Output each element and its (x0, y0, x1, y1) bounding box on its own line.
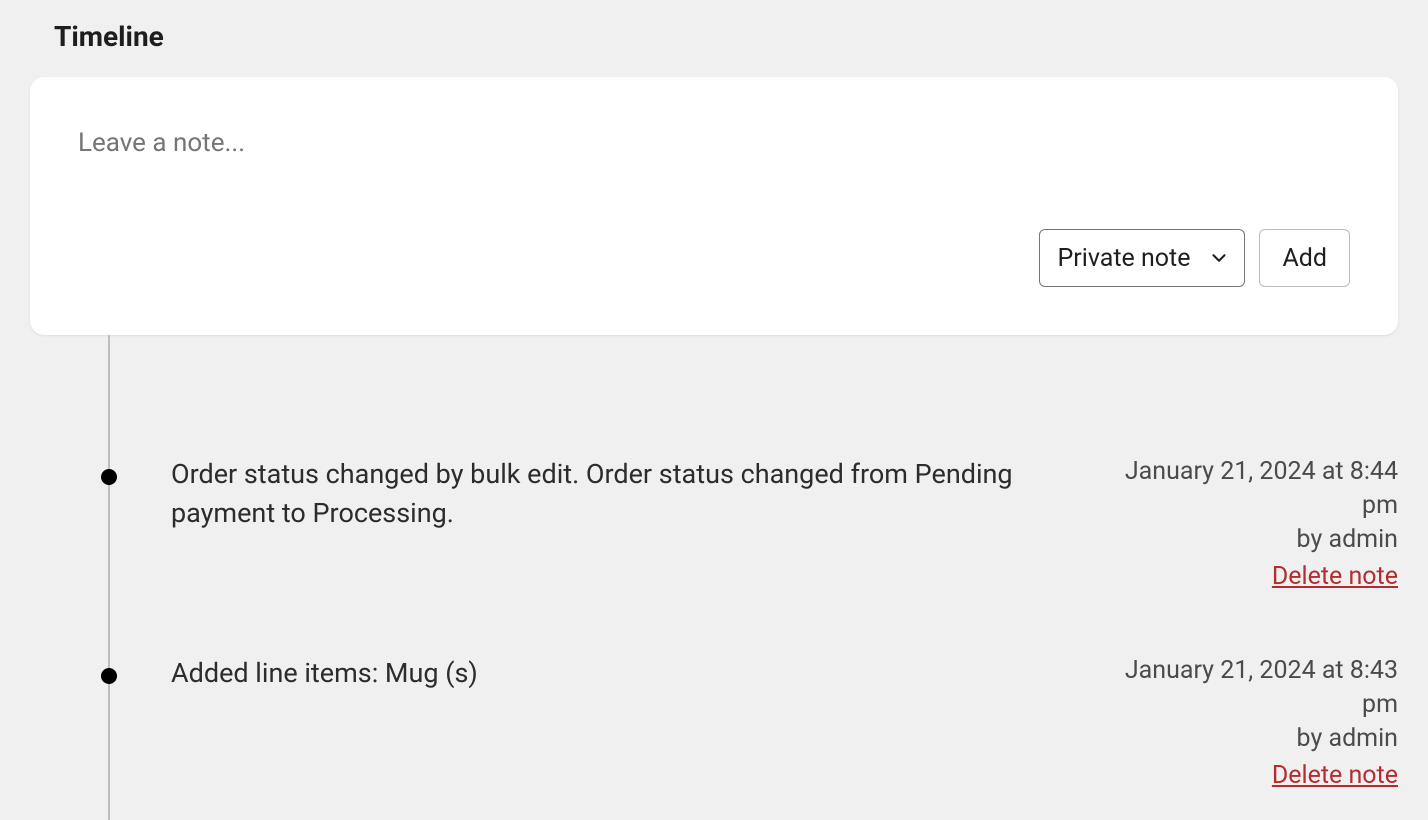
timeline-title: Timeline (30, 20, 1398, 53)
timeline-entry: Added line items: Mug (s) January 21, 20… (80, 654, 1398, 793)
timeline-entry-text: Order status changed by bulk edit. Order… (171, 455, 1048, 594)
delete-note-link[interactable]: Delete note (1272, 759, 1398, 793)
timeline-entry-text: Added line items: Mug (s) (171, 654, 1048, 793)
timeline-dot-icon (101, 668, 117, 684)
note-card: Private note Add (30, 77, 1398, 335)
entry-date: January 21, 2024 at 8:44 pm (1088, 455, 1398, 523)
timeline-entry-meta: January 21, 2024 at 8:44 pm by admin Del… (1088, 455, 1398, 594)
timeline-list: Order status changed by bulk edit. Order… (80, 335, 1398, 793)
delete-note-link[interactable]: Delete note (1272, 560, 1398, 594)
note-type-select[interactable]: Private note (1039, 229, 1246, 287)
chevron-down-icon (1208, 247, 1230, 269)
entry-author: by admin (1088, 523, 1398, 557)
note-type-label: Private note (1058, 244, 1191, 273)
timeline-entry-meta: January 21, 2024 at 8:43 pm by admin Del… (1088, 654, 1398, 793)
timeline-entry: Order status changed by bulk edit. Order… (80, 455, 1398, 594)
add-note-button[interactable]: Add (1259, 229, 1350, 287)
entry-author: by admin (1088, 722, 1398, 756)
entry-date: January 21, 2024 at 8:43 pm (1088, 654, 1398, 722)
note-input[interactable] (78, 125, 1350, 185)
note-actions: Private note Add (78, 229, 1350, 287)
timeline-dot-icon (101, 469, 117, 485)
